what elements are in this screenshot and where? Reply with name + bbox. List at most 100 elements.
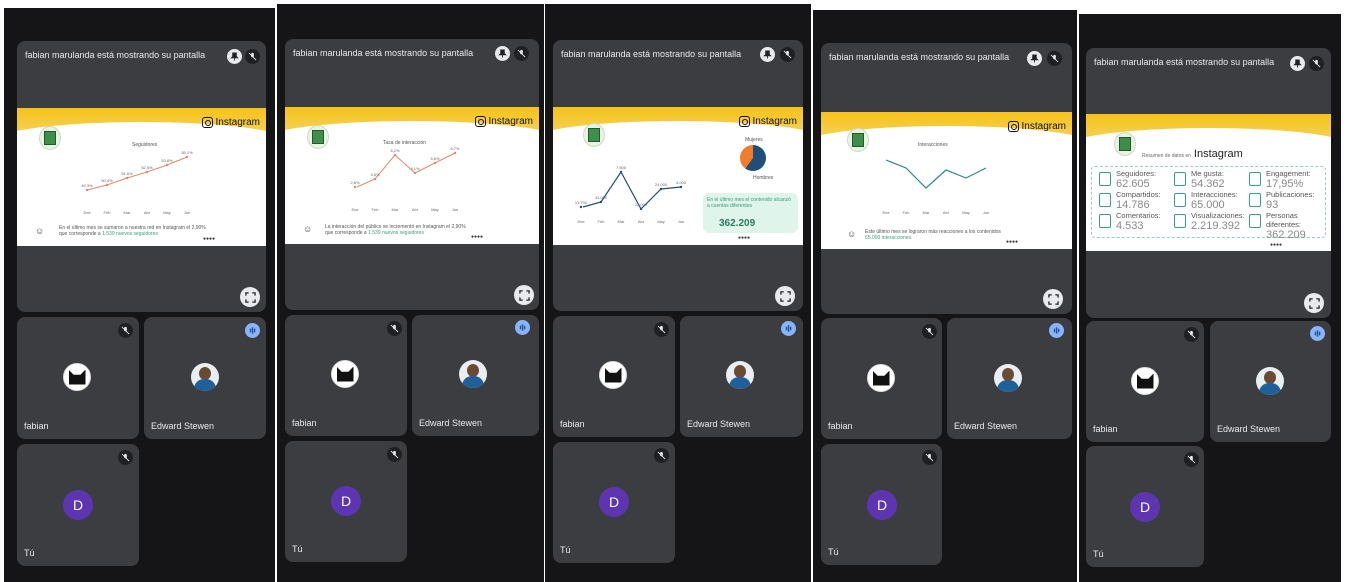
summary-title: Resumen de datos en Instagram	[1142, 148, 1243, 160]
presentation-slide: Resumen de datos en Instagram Seguidores:…	[1086, 114, 1331, 251]
stat-label: Comentarios:	[1116, 211, 1161, 220]
data-label: 53,8%	[161, 158, 173, 163]
stat-label: Visualizaciones:	[1191, 211, 1245, 220]
x-tick-label: May	[163, 210, 171, 215]
social-icons: ●●●●	[1006, 239, 1019, 245]
x-tick-label: Abr	[412, 207, 419, 212]
mic-off-icon	[1047, 51, 1062, 66]
social-icons: ●●●●	[471, 234, 484, 240]
participant-tile-edward[interactable]: Edward Stewen	[144, 317, 266, 439]
avatar-fabian	[63, 363, 91, 391]
data-label: 6,7%	[450, 146, 460, 151]
data-label: 6,2%	[390, 148, 400, 153]
screen-share-tile[interactable]: fabian marulanda está mostrando su panta…	[1086, 48, 1331, 318]
data-label: 5,6%	[430, 156, 440, 161]
participant-name: fabian	[292, 418, 317, 428]
stat-label: Me gusta:	[1191, 169, 1224, 178]
participant-tile-edward[interactable]: Edward Stewen	[1210, 321, 1331, 442]
share-title: fabian marulanda está mostrando su panta…	[561, 49, 742, 59]
instagram-label: Instagram	[1021, 121, 1066, 132]
stat-label: Compartidos:	[1116, 190, 1161, 199]
participant-tile-edward[interactable]: Edward Stewen	[412, 315, 539, 436]
x-tick-label: May	[657, 219, 665, 224]
mic-off-icon	[1309, 56, 1324, 71]
stat-label: Interacciones:	[1191, 190, 1238, 199]
interactions-icon	[1174, 193, 1186, 207]
participant-tile-edward[interactable]: Edward Stewen	[680, 316, 803, 437]
x-tick-label: Jun	[184, 210, 190, 215]
x-tick-label: Feb	[104, 210, 112, 215]
fullscreen-icon[interactable]	[1304, 293, 1324, 313]
organization-logo	[1114, 132, 1136, 156]
participant-tile-fabian[interactable]: fabian	[553, 316, 675, 437]
instagram-icon	[474, 116, 486, 127]
data-point	[413, 171, 417, 175]
data-label: 4.000	[676, 180, 687, 185]
fullscreen-icon[interactable]	[240, 287, 260, 307]
data-point	[579, 205, 583, 209]
data-label: 7.500	[616, 165, 627, 170]
mic-off-icon	[514, 46, 529, 61]
organization-logo	[583, 123, 605, 147]
pin-icon[interactable]	[760, 47, 775, 62]
posts-icon	[1249, 193, 1261, 207]
instagram-icon	[1007, 121, 1019, 132]
slide-caption: Este último mes se lograron más reaccion…	[865, 229, 1001, 241]
participant-name: Edward Stewen	[1217, 424, 1281, 434]
stat-label: Personas diferentes:	[1266, 211, 1302, 229]
caption-highlight: 65.000 interacciones	[865, 235, 912, 241]
fullscreen-icon[interactable]	[1043, 289, 1063, 309]
screen-share-tile[interactable]: fabian marulanda está mostrando su panta…	[285, 39, 539, 310]
data-point	[185, 155, 189, 159]
screen-share-tile[interactable]: fabian marulanda está mostrando su panta…	[821, 43, 1072, 314]
participant-tile-you[interactable]: D Tú	[553, 442, 675, 563]
speaking-indicator-icon	[781, 321, 796, 336]
participant-tile-fabian[interactable]: fabian	[1086, 321, 1204, 442]
slide-caption: En el último mes se sumaron a nuestra re…	[59, 225, 206, 237]
data-point	[659, 187, 663, 191]
screen-share-tile[interactable]: fabian marulanda está mostrando su panta…	[553, 40, 803, 311]
participant-tile-you[interactable]: D Tú	[17, 444, 139, 566]
gender-pie-chart	[740, 145, 766, 171]
stat-label: Publicaciones:	[1266, 190, 1315, 199]
screen-share-tile[interactable]: fabian marulanda está mostrando su panta…	[17, 41, 266, 312]
comments-icon	[1099, 214, 1111, 228]
participant-name: Tú	[560, 545, 571, 555]
share-title: fabian marulanda está mostrando su panta…	[25, 50, 206, 60]
instagram-icon	[201, 117, 213, 128]
participant-tile-edward[interactable]: Edward Stewen	[947, 318, 1072, 439]
pin-icon[interactable]	[1290, 56, 1305, 71]
caption-highlight: 1.539 nuevos seguidores	[102, 231, 158, 237]
mic-off-icon	[118, 450, 133, 465]
participant-tile-you[interactable]: D Tú	[285, 441, 407, 562]
participant-tile-fabian[interactable]: fabian	[285, 315, 407, 436]
participant-tile-fabian[interactable]: fabian	[821, 318, 942, 439]
pin-icon[interactable]	[1027, 51, 1042, 66]
pie-label-men: Hombres	[753, 175, 774, 181]
x-tick-label: Ene	[882, 210, 890, 215]
chart-title: Tasa de interacción	[383, 140, 426, 146]
fullscreen-icon[interactable]	[514, 285, 534, 305]
x-tick-label: Feb	[598, 219, 606, 224]
data-point	[619, 170, 623, 174]
x-tick-label: May	[962, 210, 970, 215]
data-point	[433, 161, 437, 165]
avatar-you: D	[63, 490, 93, 520]
meet-screenshot-5: fabian marulanda está mostrando su panta…	[1079, 14, 1341, 582]
mic-off-icon	[245, 49, 260, 64]
avatar-fabian	[867, 364, 895, 392]
instagram-logo: Instagram	[474, 116, 533, 127]
x-tick-label: Mar	[618, 219, 626, 224]
pin-icon[interactable]	[227, 49, 242, 64]
pin-icon[interactable]	[495, 46, 510, 61]
participant-tile-you[interactable]: D Tú	[1086, 446, 1204, 567]
mic-off-icon	[1184, 327, 1199, 342]
participant-tile-you[interactable]: D Tú	[821, 444, 942, 565]
chart-title: Interacciones	[918, 142, 948, 148]
data-label: 3,5%	[370, 172, 380, 177]
participant-name: Edward Stewen	[151, 421, 215, 431]
caption-highlight: 1.539 nuevos seguidores	[368, 230, 424, 236]
fullscreen-icon[interactable]	[775, 286, 795, 306]
participant-tile-fabian[interactable]: fabian	[17, 317, 139, 439]
mic-off-icon	[654, 448, 669, 463]
